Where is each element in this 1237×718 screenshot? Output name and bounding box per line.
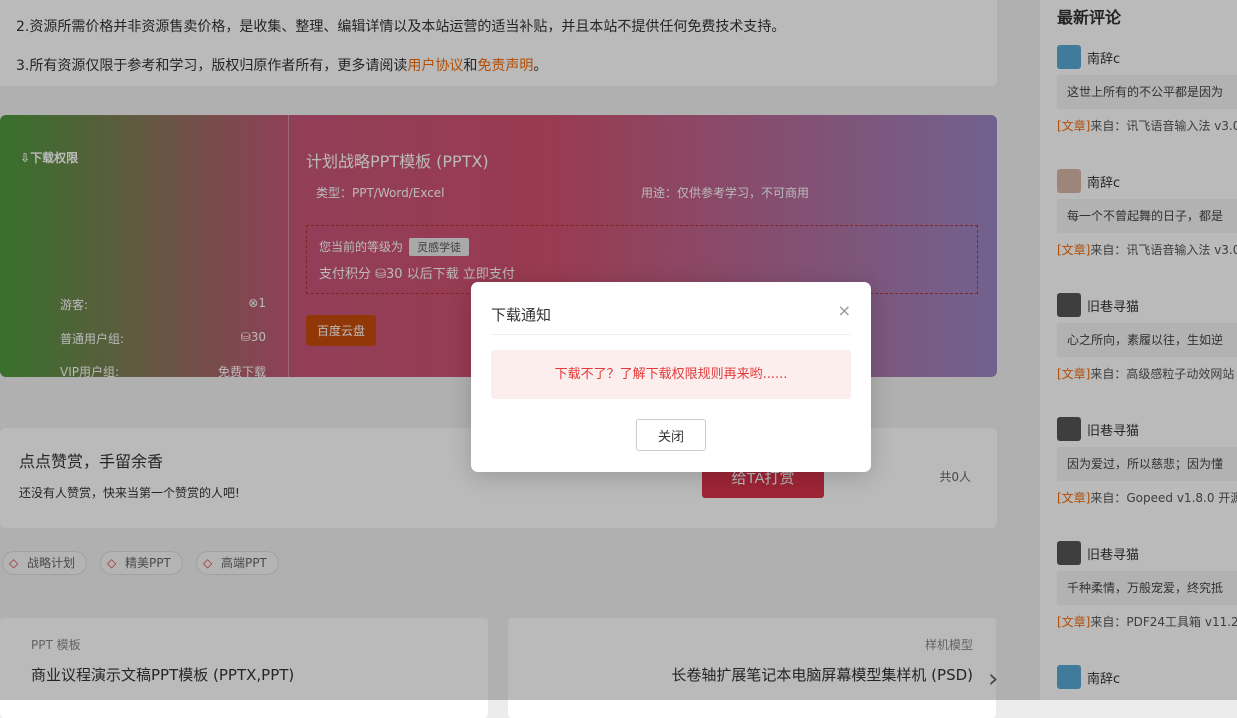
close-icon[interactable]: × xyxy=(838,301,851,320)
modal-title: 下载通知 xyxy=(491,306,552,324)
modal-close-button[interactable]: 关闭 xyxy=(636,419,706,451)
download-notice-modal: 下载通知 × 下载不了？了解下载权限规则再来哟...... 关闭 xyxy=(471,282,871,472)
modal-divider xyxy=(491,334,851,335)
modal-alert-message[interactable]: 下载不了？了解下载权限规则再来哟...... xyxy=(491,350,851,399)
